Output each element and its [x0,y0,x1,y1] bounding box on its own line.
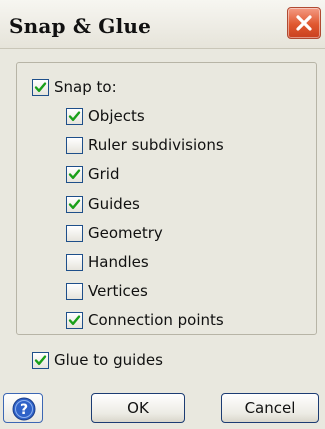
ruler-subdivisions-checkbox[interactable] [66,136,83,154]
dialog-title: Snap & Glue [9,14,152,38]
snap-to-label: Snap to: [54,78,117,96]
geometry-checkbox[interactable] [66,224,83,242]
option-objects[interactable]: Objects [66,105,145,127]
vertices-checkbox[interactable] [66,282,83,300]
handles-label: Handles [88,253,149,271]
option-ruler-subdivisions[interactable]: Ruler subdivisions [66,134,224,156]
handles-checkbox[interactable] [66,253,83,271]
geometry-label: Geometry [88,224,163,242]
connection-points-checkbox[interactable] [66,311,83,329]
title-bar[interactable]: Snap & Glue [0,0,325,49]
options-group [16,62,317,335]
option-guides[interactable]: Guides [66,193,140,215]
option-connection-points[interactable]: Connection points [66,309,224,331]
cancel-button[interactable]: Cancel [221,393,319,423]
ruler-subdivisions-label: Ruler subdivisions [88,136,224,154]
ok-button[interactable]: OK [91,393,185,423]
connection-points-label: Connection points [88,311,224,329]
option-geometry[interactable]: Geometry [66,222,163,244]
option-grid[interactable]: Grid [66,163,119,185]
grid-label: Grid [88,165,120,183]
snap-to-checkbox[interactable] [32,78,49,96]
guides-checkbox[interactable] [66,195,83,213]
guides-label: Guides [88,195,140,213]
glue-to-guides-option[interactable]: Glue to guides [32,349,163,371]
objects-checkbox[interactable] [66,107,83,125]
snap-to-option[interactable]: Snap to: [32,76,117,98]
close-button[interactable] [287,7,321,39]
glue-to-guides-label: Glue to guides [54,351,163,369]
option-vertices[interactable]: Vertices [66,280,148,302]
glue-to-guides-checkbox[interactable] [32,351,49,369]
grid-checkbox[interactable] [66,165,83,183]
help-button[interactable]: ? [3,393,43,423]
objects-label: Objects [88,107,145,125]
vertices-label: Vertices [88,282,148,300]
option-handles[interactable]: Handles [66,251,149,273]
svg-text:?: ? [20,402,28,418]
